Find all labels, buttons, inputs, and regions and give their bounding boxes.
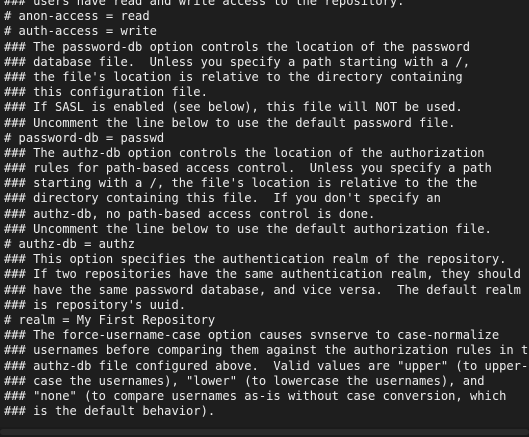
code-line: ### is repository's uuid. <box>4 297 187 312</box>
code-line: # auth-access = write <box>4 24 157 39</box>
code-line: ### This option specifies the authentica… <box>4 252 507 267</box>
code-line: ### users have read and write access to … <box>4 0 405 8</box>
code-line: # realm = My First Repository <box>4 312 216 327</box>
code-line: ### directory containing this file. If y… <box>4 191 441 206</box>
code-line: ### have the same password database, and… <box>4 282 521 297</box>
scrollbar-thumb[interactable] <box>0 429 529 435</box>
code-line: ### The password-db option controls the … <box>4 39 470 54</box>
code-line: ### the file's location is relative to t… <box>4 69 463 84</box>
code-lines: ### users have read and write access to … <box>4 0 529 419</box>
code-line: ### "none" (to compare usernames as-is w… <box>4 388 507 403</box>
code-line: ### is the default behavior). <box>4 404 216 419</box>
code-line: ### Uncomment the line below to use the … <box>4 115 456 130</box>
code-line: ### The authz-db option controls the loc… <box>4 145 485 160</box>
code-line: ### rules for path-based access control.… <box>4 161 492 176</box>
code-line: ### authz-db file configured above. Vali… <box>4 358 529 373</box>
code-line: ### If SASL is enabled (see below), this… <box>4 100 463 115</box>
code-line: ### usernames before comparing them agai… <box>4 343 529 358</box>
code-line: ### this configuration file. <box>4 85 208 100</box>
code-line: ### starting with a /, the file's locati… <box>4 176 478 191</box>
code-line: # anon-access = read <box>4 9 150 24</box>
horizontal-scrollbar[interactable] <box>0 427 529 437</box>
text-editor[interactable]: ### users have read and write access to … <box>0 0 529 437</box>
code-line: # authz-db = authz <box>4 237 136 251</box>
code-line: # password-db = passwd <box>4 130 165 145</box>
code-line: ### Uncomment the line below to use the … <box>4 221 492 236</box>
code-line: ### database file. Unless you specify a … <box>4 54 470 69</box>
code-line: ### If two repositories have the same au… <box>4 267 521 282</box>
code-line: ### case the usernames), "lower" (to low… <box>4 373 485 388</box>
code-line: ### The force-username-case option cause… <box>4 328 500 343</box>
code-line: ### authz-db, no path-based access contr… <box>4 206 376 221</box>
